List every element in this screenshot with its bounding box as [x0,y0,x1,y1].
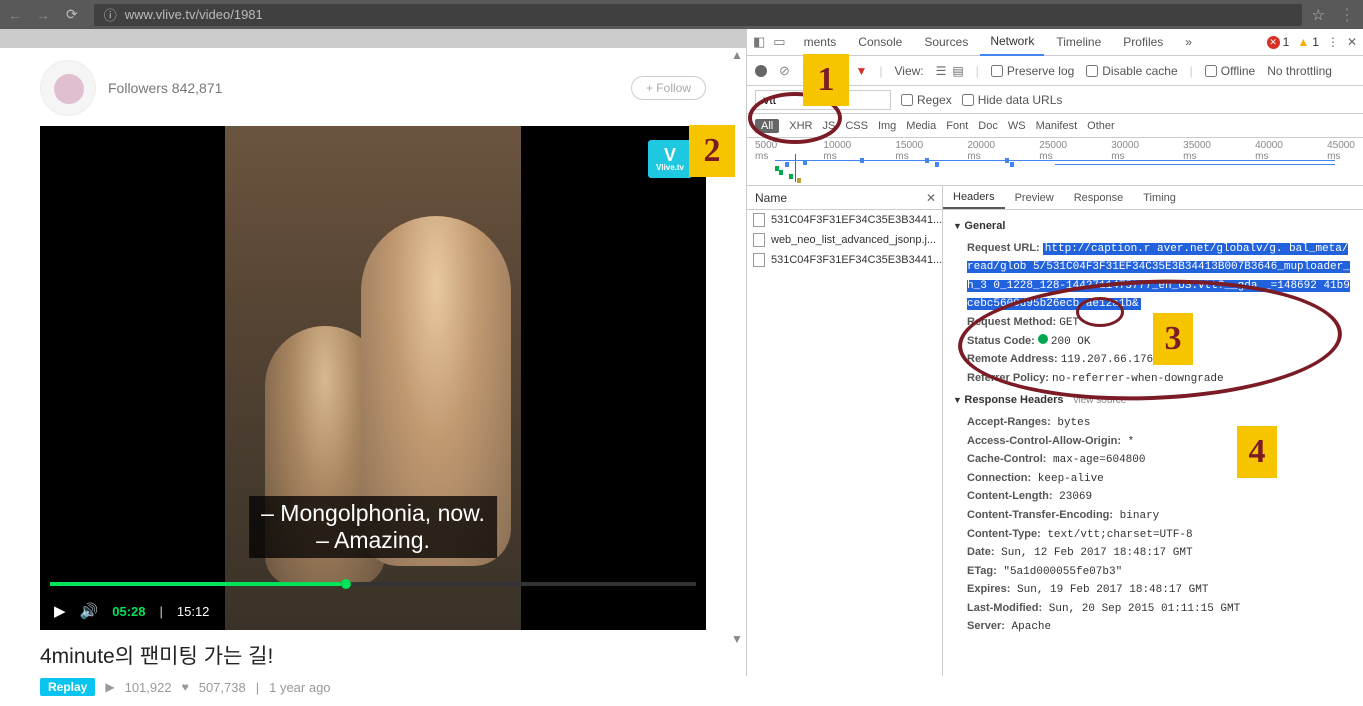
small-view-icon[interactable]: ▤ [952,64,963,78]
header-line: Expires: Sun, 19 Feb 2017 18:48:17 GMT [953,581,1353,600]
detail-tab-preview[interactable]: Preview [1005,188,1064,208]
current-time: 05:28 [112,604,145,619]
scroll-down-icon[interactable]: ▼ [731,632,743,646]
header-line: Access-Control-Allow-Origin: * [953,433,1353,452]
file-icon [753,233,765,247]
url-text: www.vlive.tv/video/1981 [125,7,263,22]
devtools-close-icon[interactable]: ✕ [1347,35,1357,49]
large-view-icon[interactable]: ☰ [936,64,947,78]
tab-network[interactable]: Network [980,28,1044,56]
disable-cache-checkbox[interactable]: Disable cache [1086,64,1177,78]
forward-icon[interactable]: → [36,7,50,23]
file-icon [753,253,765,267]
warning-badge[interactable]: ▲1 [1297,35,1319,49]
channel-avatar[interactable] [40,60,96,116]
regex-checkbox[interactable]: Regex [901,93,952,107]
error-badge[interactable]: ✕1 [1267,35,1290,49]
progress-thumb[interactable] [341,579,351,589]
top-gray-bar [0,29,746,48]
device-icon[interactable]: ▭ [773,34,785,50]
request-list: Name ✕ 531C04F3F31EF34C35E3B3441...web_ne… [747,186,943,676]
video-age: 1 year ago [269,680,330,695]
follow-button[interactable]: + Follow [631,76,706,100]
offline-checkbox[interactable]: Offline [1205,64,1255,78]
filter-font[interactable]: Font [946,120,968,132]
clear-icon[interactable]: ⊘ [779,63,790,79]
close-details-icon[interactable]: ✕ [926,191,936,205]
view-label: View: [895,64,924,78]
network-toolbar: ⊘ | ▣ | ▼ | View: ☰▤ | Preserve log Disa… [747,56,1363,86]
devtools-settings-icon[interactable]: ⋮ [1327,35,1339,49]
reload-icon[interactable]: ⟳ [66,6,78,23]
general-section[interactable]: General [953,218,1353,236]
filter-manifest[interactable]: Manifest [1036,120,1078,132]
request-row[interactable]: 531C04F3F31EF34C35E3B3441... [747,210,942,230]
detail-tab-timing[interactable]: Timing [1133,188,1186,208]
page-content: Followers 842,871 + Follow V Vlive.tv – … [0,29,746,676]
tab-profiles[interactable]: Profiles [1113,29,1173,55]
dock-icon[interactable]: ◧ [753,34,765,50]
header-line: Content-Type: text/vtt;charset=UTF-8 [953,526,1353,545]
filter-css[interactable]: CSS [845,120,868,132]
like-count: 507,738 [199,680,246,695]
tab-console[interactable]: Console [848,29,912,55]
header-line: Connection: keep-alive [953,470,1353,489]
heart-icon: ♥ [182,680,189,694]
network-timeline[interactable]: 5000 ms10000 ms15000 ms20000 ms25000 ms3… [747,138,1363,186]
url-bar[interactable]: ⓘ www.vlive.tv/video/1981 [94,4,1302,26]
back-icon[interactable]: ← [8,7,22,23]
devtools-tabs: ◧ ▭ ments Console Sources Network Timeli… [747,29,1363,56]
detail-tab-response[interactable]: Response [1064,188,1134,208]
header-line: Accept-Ranges: bytes [953,414,1353,433]
total-time: 15:12 [177,604,210,619]
play-count-icon: ▶ [105,680,114,694]
file-icon [753,213,765,227]
header-line: ETag: "5a1d000055fe07b3" [953,563,1353,582]
video-player[interactable]: V Vlive.tv – Mongolphonia, now. – Amazin… [40,126,706,630]
followers-count: Followers 842,871 [108,80,222,96]
annotation-circle-3 [1076,297,1124,327]
play-icon[interactable]: ▶ [54,602,66,620]
filter-img[interactable]: Img [878,120,896,132]
view-count: 101,922 [125,680,172,695]
record-icon[interactable] [755,65,767,77]
header-line: Last-Modified: Sun, 20 Sep 2015 01:11:15… [953,600,1353,619]
request-details: Headers Preview Response Timing General … [943,186,1363,676]
menu-dots-icon[interactable]: ⋮ [1339,5,1355,25]
filter-icon[interactable]: ▼ [856,64,868,78]
hide-urls-checkbox[interactable]: Hide data URLs [962,93,1063,107]
tab-elements[interactable]: ments [794,29,847,55]
replay-badge[interactable]: Replay [40,678,95,696]
volume-icon[interactable]: 🔊 [80,602,99,620]
filter-ws[interactable]: WS [1008,120,1026,132]
tab-more[interactable]: » [1175,29,1202,55]
bookmark-star-icon[interactable]: ☆ [1312,6,1325,24]
info-icon[interactable]: ⓘ [104,5,117,24]
header-line: Server: Apache [953,618,1353,637]
header-line: Content-Transfer-Encoding: binary [953,507,1353,526]
video-title: 4minute의 팬미팅 가는 길! [40,640,706,670]
progress-bar[interactable] [50,582,696,586]
header-line: Date: Sun, 12 Feb 2017 18:48:17 GMT [953,544,1353,563]
header-line: Content-Length: 23069 [953,488,1353,507]
video-caption: – Mongolphonia, now. – Amazing. [249,496,497,558]
request-row[interactable]: 531C04F3F31EF34C35E3B3441... [747,250,942,270]
filter-media[interactable]: Media [906,120,936,132]
tab-sources[interactable]: Sources [914,29,978,55]
annotation-oval-1 [748,92,842,144]
request-row[interactable]: web_neo_list_advanced_jsonp.j... [747,230,942,250]
scroll-up-icon[interactable]: ▲ [731,48,743,62]
header-line: Cache-Control: max-age=604800 [953,451,1353,470]
detail-tab-headers[interactable]: Headers [943,187,1005,209]
filter-doc[interactable]: Doc [978,120,998,132]
throttle-select[interactable]: No throttling [1267,64,1332,78]
name-header[interactable]: Name [755,191,787,205]
tab-timeline[interactable]: Timeline [1046,29,1111,55]
vlive-badge: V Vlive.tv [648,140,692,178]
browser-chrome: ← → ⟳ ⓘ www.vlive.tv/video/1981 ☆ ⋮ [0,0,1363,29]
preserve-log-checkbox[interactable]: Preserve log [991,64,1074,78]
capture-icon[interactable]: ▣ [817,64,828,78]
filter-other[interactable]: Other [1087,120,1115,132]
